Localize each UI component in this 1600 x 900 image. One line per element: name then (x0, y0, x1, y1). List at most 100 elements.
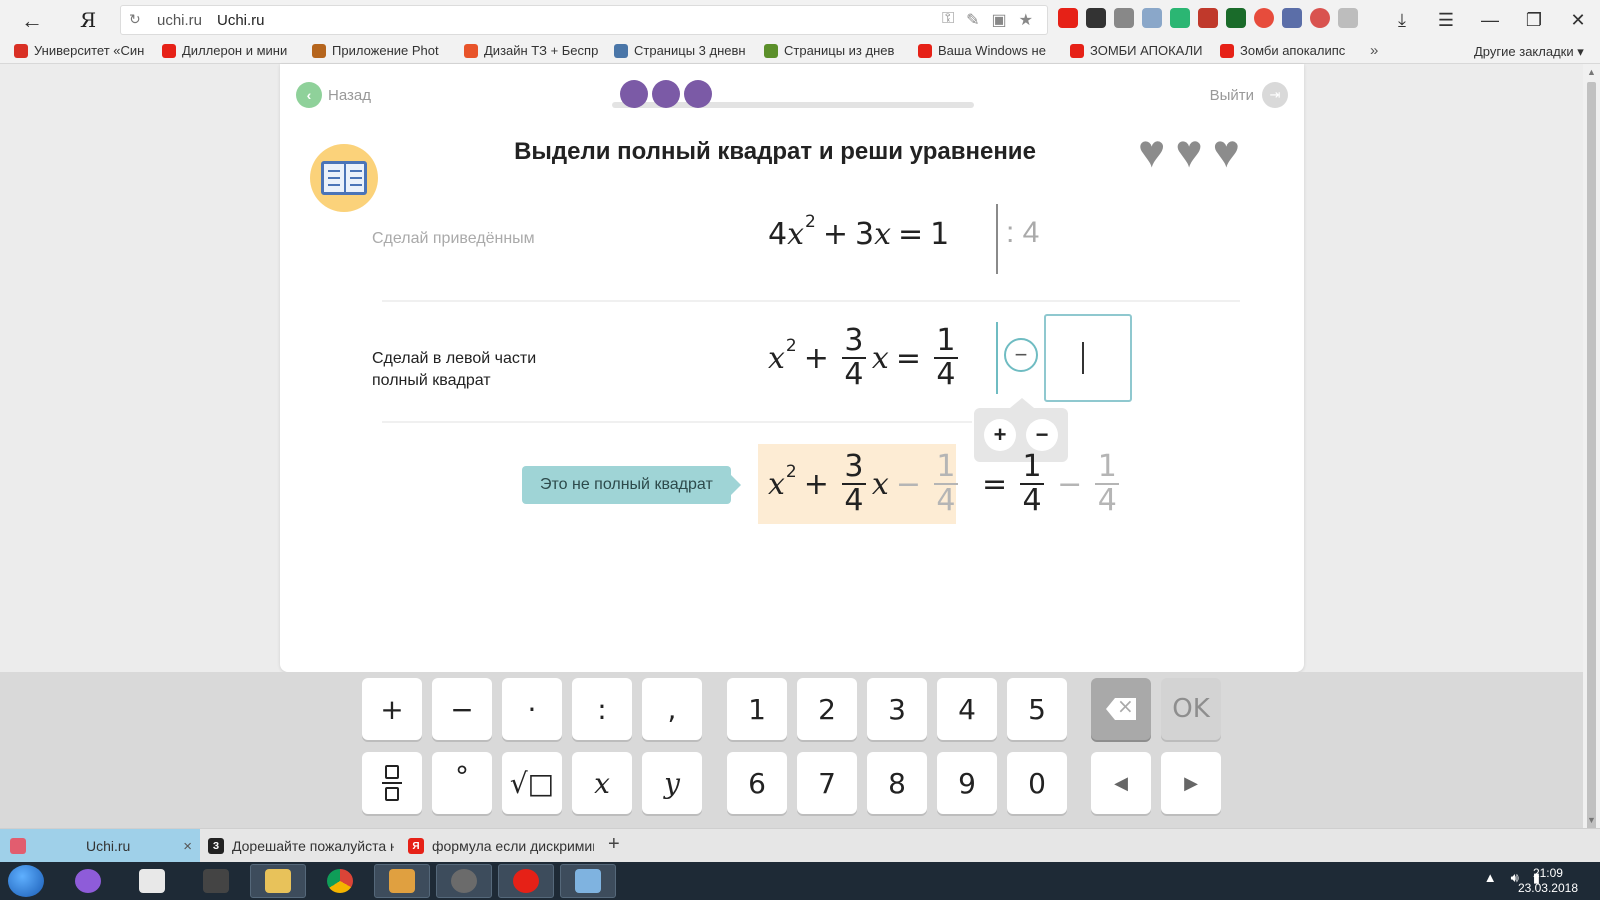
bookmark-label: Зомби апокалипс (1240, 43, 1346, 58)
back-button[interactable]: ‹ Назад (296, 82, 371, 108)
key-comma[interactable]: , (642, 678, 702, 740)
key-degree[interactable]: ° (432, 752, 492, 814)
taskbar-app[interactable] (124, 864, 180, 898)
taskbar-app[interactable] (560, 864, 616, 898)
bookmark-item[interactable]: Ваша Windows не (918, 43, 1054, 58)
bookmark-item[interactable]: Дизайн ТЗ + Беспр (464, 43, 602, 58)
yandex-logo[interactable]: Я (80, 8, 96, 32)
taskbar-app[interactable] (60, 864, 116, 898)
scroll-thumb[interactable] (1587, 82, 1596, 844)
key-minus[interactable]: − (432, 678, 492, 740)
browser-tab[interactable]: З Дорешайте пожалуйста на (206, 829, 394, 863)
taskbar-app[interactable] (436, 864, 492, 898)
key-3[interactable]: 3 (867, 678, 927, 740)
taskbar-app[interactable] (374, 864, 430, 898)
key-y[interactable]: y (642, 752, 702, 814)
close-tab-icon[interactable]: × (183, 838, 192, 855)
bookmark-item[interactable]: Приложение Phot (312, 43, 450, 58)
image-extension-icon[interactable] (1338, 8, 1358, 28)
bookmark-item[interactable]: Университет «Син (14, 43, 146, 58)
close-window-icon[interactable]: ✕ (1556, 6, 1600, 34)
bookmark-item[interactable]: Зомби апокалипс (1220, 43, 1360, 58)
address-bar[interactable]: ↻ uchi.ru Uchi.ru ⚿ ✎ ▣ ★ (120, 5, 1048, 35)
system-clock[interactable]: 21:09 23.03.2018 (1518, 866, 1578, 896)
menu-icon[interactable]: ☰ (1424, 6, 1468, 34)
bookmark-item[interactable]: ЗОМБИ АПОКАЛИ (1070, 43, 1208, 58)
step-divider-line (996, 322, 998, 394)
bookmark-item[interactable]: Страницы из днев (764, 43, 904, 58)
taskbar-app[interactable] (498, 864, 554, 898)
clock-time: 21:09 (1532, 866, 1563, 880)
download-extension-icon[interactable] (1142, 8, 1162, 28)
esi-extension-icon[interactable] (1226, 8, 1246, 28)
pin-extension-icon[interactable] (1170, 8, 1190, 28)
lock-icon[interactable]: ▣ (992, 10, 1007, 30)
key-plus[interactable]: + (362, 678, 422, 740)
key-4[interactable]: 4 (937, 678, 997, 740)
back-arrow-icon[interactable]: ← (20, 8, 44, 34)
key-x[interactable]: x (572, 752, 632, 814)
key-9[interactable]: 9 (937, 752, 997, 814)
tab-label: Дорешайте пожалуйста на (232, 838, 394, 854)
key-8[interactable]: 8 (867, 752, 927, 814)
reload-icon[interactable]: ↻ (129, 11, 141, 28)
taskbar-app[interactable] (250, 864, 306, 898)
equals-sign: = (981, 466, 1008, 502)
chrome-icon (327, 869, 353, 893)
progress-dot (684, 80, 712, 108)
step2-label: Сделай в левой части полный квадрат (372, 348, 536, 392)
steering-wheel-icon (451, 869, 477, 893)
other-bookmarks[interactable]: Другие закладки ▾ (1474, 44, 1584, 60)
minimize-icon[interactable]: — (1468, 6, 1512, 34)
scroll-up-icon[interactable]: ▲ (1583, 64, 1600, 80)
ok-button[interactable]: OK (1161, 678, 1221, 740)
more-bookmarks-icon[interactable]: » (1370, 42, 1378, 59)
key-icon[interactable]: ⚿ (942, 10, 954, 30)
scroll-down-icon[interactable]: ▼ (1583, 812, 1600, 828)
tray-arrow-icon[interactable]: ▲ (1484, 870, 1497, 886)
restore-icon[interactable]: ❐ (1512, 6, 1556, 34)
browser-tab[interactable]: Я формула если дискримина (406, 829, 594, 863)
backspace-button[interactable] (1091, 678, 1151, 740)
exit-button[interactable]: Выйти ⇥ (1210, 82, 1288, 108)
numerator: 1 (1097, 449, 1117, 484)
bookmark-item[interactable]: Диллерон и мини (162, 43, 296, 58)
key-colon[interactable]: : (572, 678, 632, 740)
answer-input[interactable] (1044, 314, 1132, 402)
puzzle-extension-icon[interactable] (1282, 8, 1302, 28)
key-fraction[interactable] (362, 752, 422, 814)
new-tab-button[interactable]: + (608, 833, 620, 856)
page-scrollbar[interactable]: ▲ ▼ (1583, 64, 1600, 844)
key-1[interactable]: 1 (727, 678, 787, 740)
browser-tab[interactable]: Uchi.ru × (0, 829, 200, 863)
key-5[interactable]: 5 (1007, 678, 1067, 740)
adblock-extension-icon[interactable] (1254, 8, 1274, 28)
block-extension-icon[interactable] (1310, 8, 1330, 28)
key-7[interactable]: 7 (797, 752, 857, 814)
key-sqrt[interactable]: √□ (502, 752, 562, 814)
cursor-left-button[interactable]: ◀ (1091, 752, 1151, 814)
key-2[interactable]: 2 (797, 678, 857, 740)
star-icon[interactable]: ★ (1019, 10, 1033, 30)
theory-book-button[interactable] (310, 144, 378, 212)
start-button[interactable] (8, 865, 44, 897)
tab-label: Uchi.ru (86, 838, 131, 854)
bulb-extension-icon[interactable] (1114, 8, 1134, 28)
video-extension-icon[interactable] (1086, 8, 1106, 28)
cursor-right-button[interactable]: ▶ (1161, 752, 1221, 814)
bookmark-favicon-icon (14, 43, 28, 58)
share-icon[interactable]: ✎ (966, 10, 979, 30)
key-6[interactable]: 6 (727, 752, 787, 814)
bug-extension-icon[interactable] (1198, 8, 1218, 28)
downloads-icon[interactable]: ⤓ (1380, 6, 1424, 34)
taskbar-app[interactable] (188, 864, 244, 898)
yandex-extension-icon[interactable] (1058, 8, 1078, 28)
operation-sign-button[interactable]: − (1004, 338, 1038, 372)
fraction-icon (382, 765, 402, 801)
key-0[interactable]: 0 (1007, 752, 1067, 814)
fraction: 14 (933, 451, 958, 517)
taskbar-app[interactable] (312, 864, 368, 898)
key-dot[interactable]: · (502, 678, 562, 740)
bookmark-label: ЗОМБИ АПОКАЛИ (1090, 43, 1203, 58)
bookmark-item[interactable]: Страницы 3 дневн (614, 43, 752, 58)
